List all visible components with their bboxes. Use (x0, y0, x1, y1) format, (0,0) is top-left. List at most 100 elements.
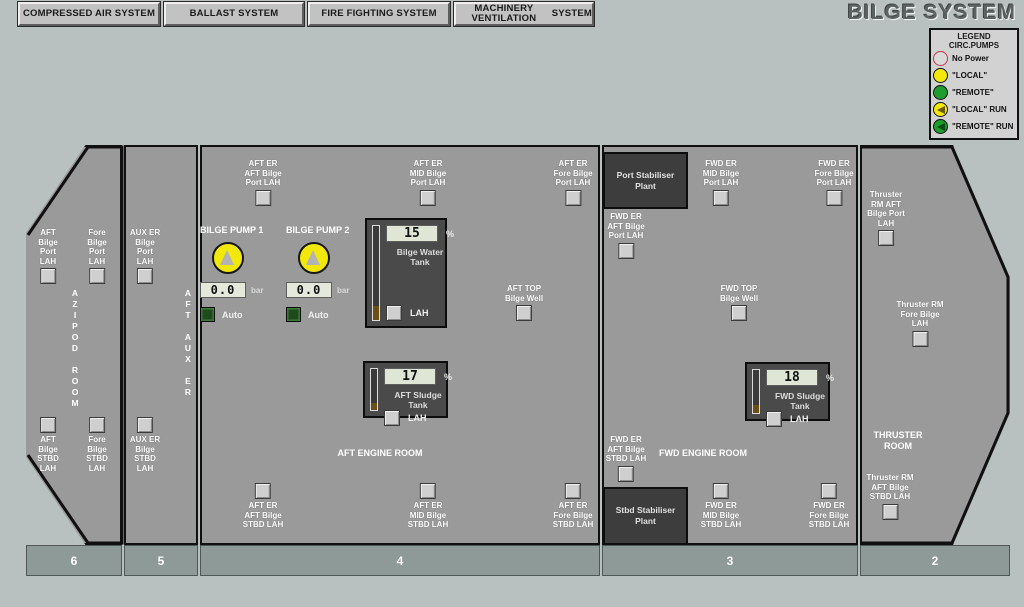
indicator-checkbox[interactable] (912, 330, 928, 347)
pump-title: BILGE PUMP 1 (200, 225, 264, 235)
fwd-top-bilge-well[interactable]: FWD TOP Bilge Well (720, 284, 758, 321)
indicator-label: FWD ER Fore Bilge Port LAH (814, 159, 854, 187)
indicator-label: AFT Bilge Port LAH (38, 228, 58, 266)
indicator-checkbox[interactable] (136, 417, 153, 433)
tank-lah-checkbox[interactable] (766, 411, 782, 427)
triangle-glyph (937, 54, 945, 63)
port-stabiliser-plant[interactable]: Port Stabiliser Plant (603, 152, 688, 209)
fwd-er-aft-bilge-port-lah[interactable]: FWD ER AFT Bilge Port LAH (607, 212, 645, 259)
tank-level-fill (373, 305, 379, 320)
indicator-label: FWD ER MID Bilge STBD LAH (700, 501, 742, 529)
tank-name-label: FWD Sludge Tank (774, 391, 826, 411)
nav-button-0[interactable]: COMPRESSED AIR SYSTEM (17, 1, 161, 27)
legend-item-label: "LOCAL" RUN (952, 105, 1007, 114)
fwd-er-mid-bilge-stbd-lah[interactable]: FWD ER MID Bilge STBD LAH (701, 483, 741, 530)
indicator-checkbox[interactable] (89, 268, 105, 284)
nav-button-3[interactable]: MACHINERY VENTILATION SYSTEM (453, 1, 595, 27)
indicator-checkbox[interactable] (618, 242, 634, 259)
legend-item-label: "LOCAL" (952, 71, 988, 80)
indicator-checkbox[interactable] (826, 189, 842, 206)
aft-er-mid-bilge-stbd-lah[interactable]: AFT ER MID Bilge STBD LAH (408, 483, 448, 530)
nav-button-1[interactable]: BALLAST SYSTEM (163, 1, 305, 27)
indicator-label: AUX ER Bilge Port LAH (129, 228, 161, 266)
thruster-rm-aft-bilge-stbd-lah[interactable]: Thruster RM AFT Bilge STBD LAH (866, 473, 914, 520)
legend-item-4: "REMOTE" RUN (931, 118, 1017, 135)
indicator-checkbox[interactable] (255, 189, 271, 206)
zone-number-2: 2 (860, 545, 1010, 576)
triangle-glyph (937, 88, 945, 97)
fwd-er-mid-bilge-port-lah[interactable]: FWD ER MID Bilge Port LAH (703, 159, 739, 206)
legend-title-line2: CIRC.PUMPS (948, 41, 1000, 50)
zone-number-6: 6 (26, 545, 122, 576)
indicator-checkbox[interactable] (419, 483, 436, 499)
aft-bilge-stbd-lah[interactable]: AFT Bilge STBD LAH (37, 417, 59, 473)
indicator-checkbox[interactable] (419, 189, 436, 206)
zone-number-3: 3 (602, 545, 858, 576)
nav-button-label: FIRE FIGHTING SYSTEM (321, 8, 437, 19)
fore-bilge-stbd-lah[interactable]: Fore Bilge STBD LAH (86, 417, 108, 473)
tank-lah-label: LAH (408, 413, 427, 423)
fwd-er-aft-bilge-stbd-lah[interactable]: FWD ER AFT Bilge STBD LAH (606, 435, 646, 482)
aft-er-aft-bilge-stbd-lah[interactable]: AFT ER AFT Bilge STBD LAH (243, 483, 283, 530)
tank-level-fill (371, 403, 377, 410)
thruster-rm-fore-bilge-lah[interactable]: Thruster RM Fore Bilge LAH (896, 300, 944, 347)
fwd-er-fore-bilge-stbd-lah[interactable]: FWD ER Fore Bilge STBD LAH (809, 483, 849, 530)
indicator-label: AFT ER MID Bilge STBD LAH (407, 501, 449, 529)
aft-bilge-port-lah[interactable]: AFT Bilge Port LAH (38, 228, 58, 284)
legend-title-line1: LEGEND (957, 32, 991, 41)
bilge-pump-1: BILGE PUMP 1 0.0 bar Auto (200, 225, 263, 322)
indicator-label: Thruster RM Fore Bilge LAH (896, 300, 944, 328)
indicator-checkbox[interactable] (254, 483, 271, 499)
indicator-checkbox[interactable] (89, 417, 105, 433)
pump-status-icon[interactable] (298, 242, 330, 274)
aft-er-fore-bilge-stbd-lah[interactable]: AFT ER Fore Bilge STBD LAH (553, 483, 593, 530)
tank-name-label: AFT Sludge Tank (394, 390, 442, 410)
indicator-checkbox[interactable] (516, 305, 532, 321)
indicator-checkbox[interactable] (40, 268, 56, 284)
indicator-checkbox[interactable] (712, 189, 729, 206)
indicator-checkbox[interactable] (136, 268, 153, 284)
indicator-checkbox[interactable] (731, 305, 747, 321)
legend-item-label: No Power (952, 54, 989, 63)
indicator-checkbox[interactable] (564, 483, 581, 499)
aft-er-mid-bilge-port-lah[interactable]: AFT ER MID Bilge Port LAH (410, 159, 446, 206)
aux-er-bilge-stbd-lah[interactable]: AUX ER Bilge STBD LAH (130, 417, 160, 473)
legend-panel: LEGEND CIRC.PUMPS No Power "LOCAL" "REMOTE… (929, 28, 1019, 140)
pump-pressure-unit: bar (251, 285, 264, 295)
pump-auto-label: Auto (222, 309, 243, 320)
legend-item-0: No Power (931, 50, 1017, 67)
stbd-stabiliser-plant[interactable]: Stbd Stabiliser Plant (603, 487, 688, 545)
pump-auto-checkbox[interactable] (200, 307, 215, 322)
pump-auto-checkbox[interactable] (286, 307, 301, 322)
aft-er-fore-bilge-port-lah[interactable]: AFT ER Fore Bilge Port LAH (553, 159, 593, 206)
fore-bilge-port-lah[interactable]: Fore Bilge Port LAH (87, 228, 107, 284)
tank-lah-checkbox[interactable] (386, 305, 402, 321)
thruster-rm-aft-bilge-port-lah[interactable]: Thruster RM AFT Bilge Port LAH (867, 190, 905, 246)
tank-level-value: 15 (386, 225, 438, 242)
legend-item-3: "LOCAL" RUN (931, 101, 1017, 118)
aft-er-aft-bilge-port-lah[interactable]: AFT ER AFT Bilge Port LAH (244, 159, 282, 206)
aux-er-bilge-port-lah[interactable]: AUX ER Bilge Port LAH (130, 228, 160, 284)
indicator-label: FWD ER AFT Bilge Port LAH (607, 212, 645, 240)
indicator-checkbox[interactable] (565, 189, 581, 206)
tank-lah-label: LAH (410, 308, 429, 318)
indicator-label: AFT ER Fore Bilge Port LAH (553, 159, 593, 187)
indicator-checkbox[interactable] (878, 230, 894, 246)
legend-item-label: "REMOTE" (952, 88, 994, 97)
nav-button-2[interactable]: FIRE FIGHTING SYSTEM (307, 1, 451, 27)
indicator-checkbox[interactable] (40, 417, 56, 433)
zone-vertical-label: AZIPOD ROOM (71, 288, 79, 408)
triangle-glyph (937, 105, 945, 114)
tank-level-unit: % (444, 371, 453, 382)
pump-status-icon[interactable] (212, 242, 244, 274)
tank-lah-checkbox[interactable] (384, 410, 400, 426)
fwd-er-fore-bilge-port-lah[interactable]: FWD ER Fore Bilge Port LAH (814, 159, 854, 206)
indicator-checkbox[interactable] (617, 465, 634, 482)
pump-status-icon (933, 102, 948, 117)
aft-top-bilge-well[interactable]: AFT TOP Bilge Well (505, 284, 543, 321)
indicator-checkbox[interactable] (820, 483, 837, 499)
tank-level-gauge (372, 225, 380, 321)
pump-status-icon (933, 51, 948, 66)
indicator-checkbox[interactable] (712, 483, 729, 499)
indicator-checkbox[interactable] (882, 503, 898, 520)
